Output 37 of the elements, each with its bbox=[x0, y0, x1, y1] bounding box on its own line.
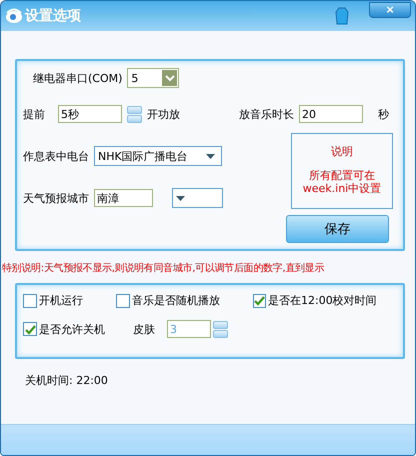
city-code-dropdown[interactable] bbox=[172, 188, 223, 208]
station-label: 作息表中电台 bbox=[23, 148, 89, 164]
advance-suffix: 开功放 bbox=[147, 106, 180, 122]
city-label: 天气预报城市 bbox=[23, 190, 89, 206]
special-note: 特别说明:天气预报不显示,则说明有同音城市,可以调节后面的数字,直到显示 bbox=[2, 262, 326, 276]
checkmark-icon bbox=[254, 295, 265, 306]
music-duration-field[interactable]: 20 bbox=[299, 105, 363, 123]
checkbox[interactable] bbox=[116, 294, 130, 308]
com-label: 继电器串口(COM) bbox=[33, 70, 122, 86]
app-logo-icon bbox=[5, 8, 23, 24]
checkbox-label: 开机运行 bbox=[39, 293, 83, 308]
skin-label: 皮肤 bbox=[133, 322, 155, 336]
checkbox-label: 音乐是否随机播放 bbox=[132, 293, 220, 308]
shutdown-time: 关机时间: 22:00 bbox=[24, 373, 109, 388]
checkbox-label: 是否在12:00校对时间 bbox=[268, 293, 377, 308]
note-title: 说明 bbox=[331, 144, 353, 159]
checkbox[interactable] bbox=[23, 294, 37, 308]
seconds-label: 秒 bbox=[378, 106, 389, 122]
music-duration-label: 放音乐时长 bbox=[239, 106, 294, 122]
advance-label: 提前 bbox=[23, 106, 45, 122]
save-button[interactable]: 保存 bbox=[286, 215, 389, 243]
shirt-icon[interactable] bbox=[335, 7, 349, 25]
note-text: week.ini中设置 bbox=[302, 182, 382, 195]
checkbox[interactable] bbox=[23, 322, 37, 336]
window-title: 设置选项 bbox=[25, 7, 82, 25]
checkmark-icon bbox=[24, 324, 36, 334]
dropdown-arrow-icon bbox=[206, 154, 215, 158]
checkbox-label: 是否允许关机 bbox=[39, 322, 105, 336]
checkbox[interactable] bbox=[253, 294, 266, 308]
advance-field[interactable]: 5秒 bbox=[58, 105, 122, 123]
spinner-buttons[interactable] bbox=[213, 320, 228, 338]
dropdown-arrow-icon bbox=[176, 196, 185, 200]
com-dropdown[interactable]: 5 bbox=[127, 68, 180, 88]
note-text: 所有配置可在 bbox=[309, 169, 375, 182]
city-field[interactable]: 南漳 bbox=[94, 189, 153, 207]
spinner-buttons[interactable] bbox=[127, 106, 142, 122]
station-dropdown[interactable]: NHK国际广播电台 bbox=[94, 146, 222, 166]
